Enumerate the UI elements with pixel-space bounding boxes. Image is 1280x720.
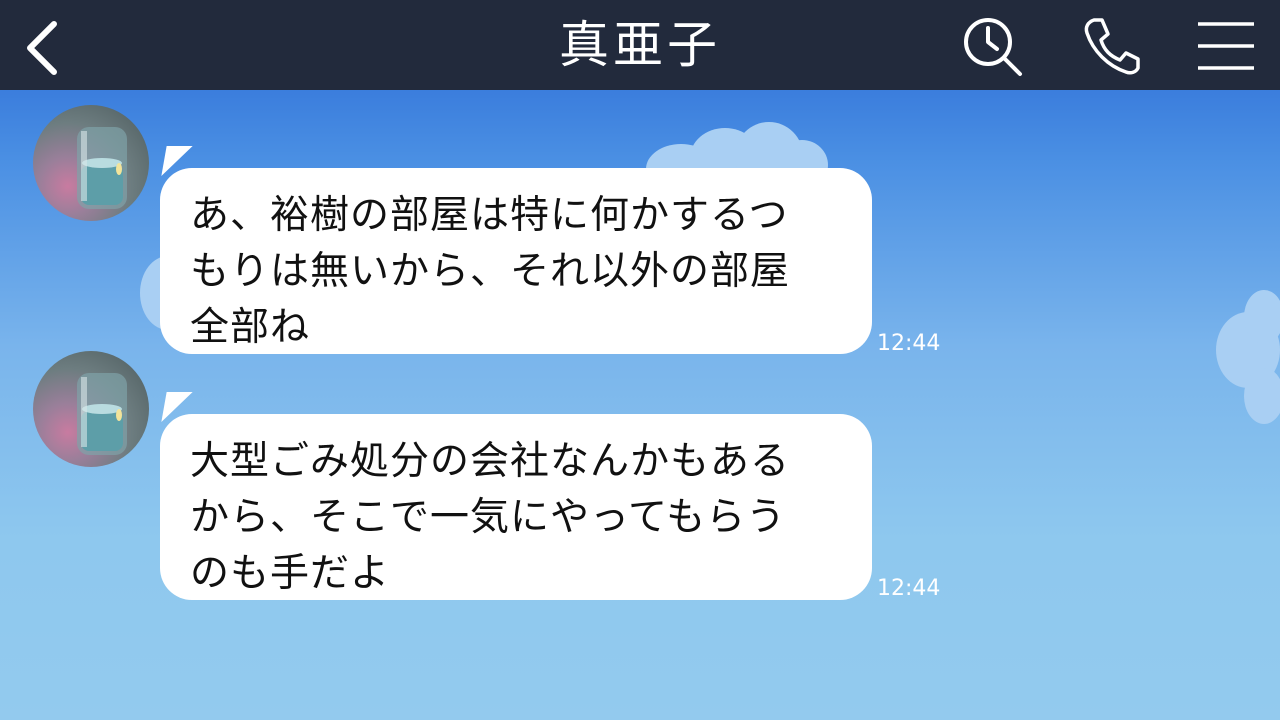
message-line: あ、裕樹の部屋は特に何かするつ: [190, 193, 789, 238]
message-bubble[interactable]: 大型ごみ処分の会社なんかもある から、そこで一気にやってもらう のも手だよ: [160, 414, 872, 600]
message-line: 大型ごみ処分の会社なんかもある: [190, 439, 791, 484]
search-icon: [964, 18, 1022, 76]
hamburger-menu-icon: [1198, 22, 1254, 70]
call-button[interactable]: [1078, 14, 1142, 78]
phone-icon: [1084, 18, 1140, 75]
contact-avatar[interactable]: [33, 105, 149, 221]
message-bubble[interactable]: あ、裕樹の部屋は特に何かするつ もりは無いから、それ以外の部屋 全部ね: [160, 168, 872, 354]
chat-header: 真亜子: [0, 0, 1280, 90]
chevron-left-icon: [27, 21, 57, 75]
glass-candle-icon: [77, 373, 127, 455]
chat-title: 真亜子: [559, 16, 721, 74]
message-line: のも手だよ: [190, 551, 391, 596]
message-line: 全部ね: [190, 305, 311, 350]
menu-button[interactable]: [1192, 14, 1256, 78]
search-button[interactable]: [962, 14, 1026, 78]
glass-candle-icon: [77, 127, 127, 209]
message-timestamp: 12:44: [877, 576, 941, 601]
back-button[interactable]: [14, 14, 74, 78]
message-line: もりは無いから、それ以外の部屋: [190, 249, 791, 294]
contact-avatar[interactable]: [33, 351, 149, 467]
cloud-decoration: [1244, 290, 1280, 344]
message-line: から、そこで一気にやってもらう: [190, 495, 787, 540]
message-timestamp: 12:44: [877, 331, 941, 356]
cloud-decoration: [1244, 368, 1280, 424]
